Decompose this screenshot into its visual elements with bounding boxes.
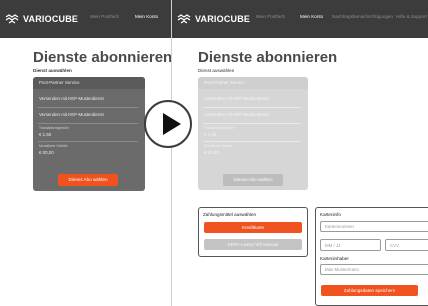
card-divider <box>203 107 301 108</box>
payment-method-box: Zahlungsmittel auswählen Kreditkarte SEP… <box>198 207 308 257</box>
fee-value: € 1,50 <box>204 132 217 137</box>
left-pane: VARIOCUBE Mein Postfach Mein Konto Diens… <box>0 0 171 306</box>
service-card[interactable]: Post-Partner Service Versenden mit KEP-M… <box>198 77 308 190</box>
page-title: Dienste abonnieren <box>33 49 171 66</box>
section-subtitle: Dienst auswählen <box>33 68 72 73</box>
select-plan-button[interactable]: Dieses Abo wählen <box>223 174 283 186</box>
cube-logo-icon <box>177 14 191 24</box>
save-payment-button[interactable]: Zahlungsdaten speichern <box>321 285 418 296</box>
card-header: Post-Partner Service <box>198 77 308 89</box>
service-card[interactable]: Post-Partner Service Versenden mit KEP-M… <box>33 77 145 191</box>
play-icon <box>163 113 181 135</box>
nav-mein-postfach[interactable]: Mein Postfach <box>90 14 119 19</box>
card-line-2: Versenden mit KEP-Musterdienst <box>39 112 104 117</box>
payment-method-label: Zahlungsmittel auswählen <box>203 212 257 217</box>
top-nav: VARIOCUBE Mein Postfach Mein Konto Nacht… <box>172 0 428 38</box>
card-divider <box>203 141 301 142</box>
monthly-value: € 00,00 <box>204 150 219 155</box>
fee-value: € 1,50 <box>39 132 52 137</box>
page-title: Dienste abonnieren <box>198 49 338 66</box>
cube-logo-icon <box>5 14 19 24</box>
card-info-label: Karteninfo <box>320 212 341 217</box>
logo-text: VARIOCUBE <box>23 14 79 24</box>
credit-card-option[interactable]: Kreditkarte <box>204 222 302 233</box>
expiry-input[interactable]: MM / JJ <box>320 239 381 251</box>
nav-nachtragsbenachrichtigungen[interactable]: Nachtragsbenachrichtigungen <box>332 14 393 19</box>
monthly-label: Monatliche Gebühr <box>204 144 233 148</box>
card-line-1: Versenden mit KEP-Musterdienst <box>39 96 104 101</box>
card-header: Post-Partner Service <box>33 77 145 89</box>
right-pane: VARIOCUBE Mein Postfach Mein Konto Nacht… <box>172 0 428 306</box>
card-divider <box>38 123 138 124</box>
nav-mein-postfach[interactable]: Mein Postfach <box>256 14 285 19</box>
card-divider <box>38 107 138 108</box>
play-button[interactable] <box>144 100 192 148</box>
nav-hilfe-support[interactable]: Hilfe & Support <box>396 14 427 19</box>
brand-logo[interactable]: VARIOCUBE <box>177 12 250 26</box>
sepa-option[interactable]: SEPA-Lastschrift Mandat <box>204 239 302 250</box>
nav-mein-konto[interactable]: Mein Konto <box>135 14 158 19</box>
card-number-input[interactable]: Kartennummer <box>320 221 428 232</box>
monthly-label: Monatliche Gebühr <box>39 144 68 148</box>
top-nav: VARIOCUBE Mein Postfach Mein Konto <box>0 0 171 38</box>
monthly-value: € 00,00 <box>39 150 54 155</box>
fee-label: Transaktionsgebühr <box>204 126 234 130</box>
nav-mein-konto[interactable]: Mein Konto <box>300 14 323 19</box>
card-divider <box>38 141 138 142</box>
card-divider <box>203 123 301 124</box>
select-plan-button[interactable]: Dieses Abo wählen <box>58 174 118 186</box>
fee-label: Transaktionsgebühr <box>39 126 69 130</box>
brand-logo[interactable]: VARIOCUBE <box>5 12 78 26</box>
cardholder-label: Karteninhaber <box>320 256 349 261</box>
card-line-2: Versenden mit KEP-Musterdienst <box>204 112 269 117</box>
cardholder-input[interactable]: Max Mustermann <box>320 264 428 275</box>
card-line-1: Versenden mit KEP-Musterdienst <box>204 96 269 101</box>
card-info-box: Karteninfo Kartennummer MM / JJ CVV Kart… <box>315 207 428 306</box>
cvv-input[interactable]: CVV <box>385 239 428 251</box>
section-subtitle: Dienst auswählen <box>198 68 235 73</box>
logo-text: VARIOCUBE <box>195 14 251 24</box>
